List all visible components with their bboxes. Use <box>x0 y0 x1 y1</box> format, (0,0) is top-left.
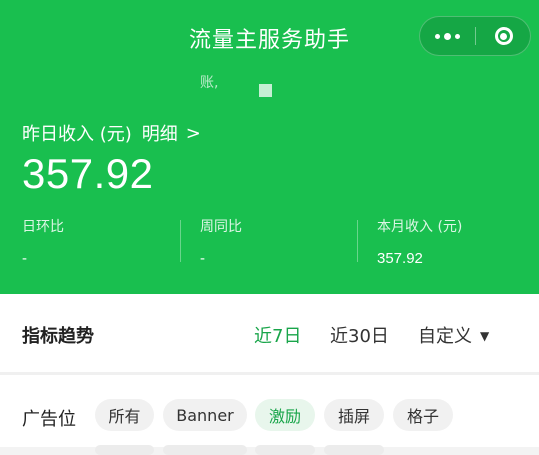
close-circle-icon <box>494 27 513 45</box>
more-button[interactable] <box>420 17 475 55</box>
chip-reward[interactable]: 激励 <box>255 399 315 431</box>
trend-title: 指标趋势 <box>22 326 94 347</box>
yesterday-income-amount: 357.92 <box>22 150 154 197</box>
stat-day-over-day: 日环比 - <box>22 216 64 267</box>
mini-program-capsule <box>419 16 531 56</box>
decor-square <box>259 84 272 97</box>
more-dots-icon <box>435 32 460 40</box>
chip-all[interactable]: 所有 <box>95 399 154 431</box>
caret-down-icon: ▼ <box>480 329 490 343</box>
chevron-right-icon[interactable]: > <box>186 123 201 144</box>
chip-interstitial[interactable]: 插屏 <box>324 399 384 431</box>
stat-label: 本月收入 (元) <box>377 219 463 235</box>
yesterday-income-row: 昨日收入 (元) 明细 > <box>22 120 201 146</box>
stat-divider <box>357 220 358 262</box>
stat-divider <box>180 220 181 262</box>
faint-text: 账, <box>200 75 219 91</box>
stat-label: 周同比 <box>200 219 242 235</box>
ad-position-title: 广告位 <box>22 409 76 430</box>
range-30-days[interactable]: 近30日 <box>330 322 389 348</box>
chip-grid[interactable]: 格子 <box>393 399 453 431</box>
stat-month-income: 本月收入 (元) 357.92 <box>377 216 462 267</box>
ad-position-section: 广告位 所有 Banner 激励 插屏 格子 <box>0 375 539 455</box>
header: 流量主服务助手 账, 昨日收入 (元) 明细 > 357.92 日环比 - 周同… <box>0 0 539 294</box>
range-custom-label: 自定义 <box>418 326 472 347</box>
range-7-days[interactable]: 近7日 <box>254 322 301 348</box>
chip-banner[interactable]: Banner <box>163 399 247 431</box>
range-custom[interactable]: 自定义 ▼ <box>418 322 489 348</box>
stat-value: 357.92 <box>377 250 423 267</box>
stat-week-over-week: 周同比 - <box>200 216 242 267</box>
trend-section: 指标趋势 近7日 近30日 自定义 ▼ <box>0 294 539 372</box>
stat-value: - <box>22 250 27 267</box>
stat-value: - <box>200 250 205 267</box>
close-button[interactable] <box>476 17 531 55</box>
stat-label: 日环比 <box>22 219 64 235</box>
detail-link[interactable]: 明细 <box>142 120 178 146</box>
yesterday-income-label: 昨日收入 (元) <box>22 124 132 145</box>
